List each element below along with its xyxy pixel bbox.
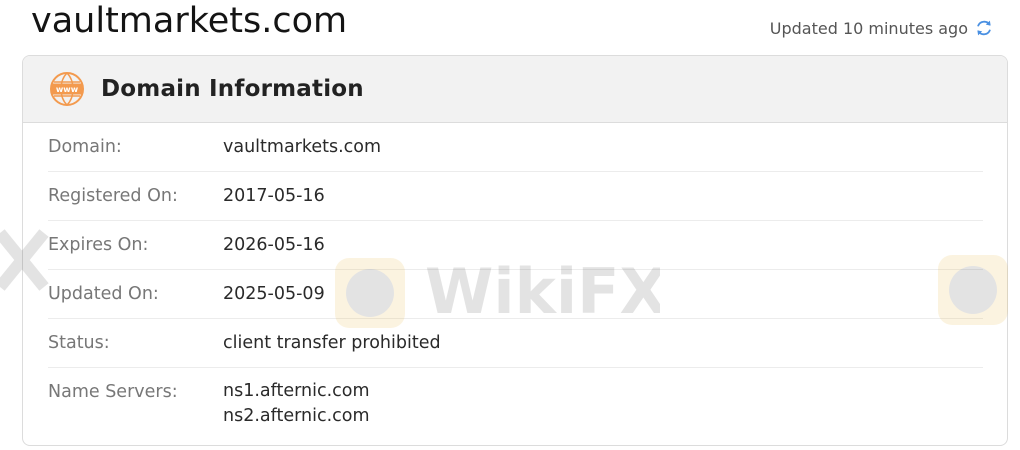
updated-text: Updated 10 minutes ago (769, 18, 968, 38)
row-value: client transfer prohibited (223, 333, 441, 353)
info-row-status: Status: client transfer prohibited (48, 319, 983, 368)
row-value-list: ns1.afternic.com ns2.afternic.com (223, 379, 370, 428)
update-status: Updated 10 minutes ago (770, 16, 994, 40)
row-value: vaultmarkets.com (223, 137, 382, 157)
info-row-registered: Registered On: 2017-05-16 (48, 172, 983, 221)
row-label: Name Servers: (48, 382, 178, 402)
name-server-item: ns2.afternic.com (223, 405, 370, 426)
svg-text:www: www (56, 85, 79, 94)
row-label: Domain: (48, 137, 122, 157)
row-label: Expires On: (48, 235, 149, 255)
refresh-icon[interactable] (974, 18, 994, 38)
www-globe-icon: www (50, 72, 84, 106)
card-title: Domain Information (101, 76, 364, 102)
card-header: www Domain Information (23, 56, 1007, 123)
row-value: 2017-05-16 (223, 186, 325, 206)
info-row-name-servers: Name Servers: ns1.afternic.com ns2.after… (48, 368, 983, 428)
info-rows: Domain: vaultmarkets.com Registered On: … (23, 123, 1007, 428)
row-label: Status: (48, 333, 110, 353)
row-value: 2026-05-16 (223, 235, 325, 255)
info-row-updated: Updated On: 2025-05-09 (48, 270, 983, 319)
info-row-expires: Expires On: 2026-05-16 (48, 221, 983, 270)
page: vaultmarkets.com Updated 10 minutes ago … (0, 0, 1020, 450)
row-label: Updated On: (48, 284, 159, 304)
row-label: Registered On: (48, 186, 178, 206)
row-value: 2025-05-09 (223, 284, 325, 304)
info-row-domain: Domain: vaultmarkets.com (48, 123, 983, 172)
page-title: vaultmarkets.com (31, 1, 348, 41)
domain-info-card: www Domain Information Domain: vaultmark… (22, 55, 1008, 446)
name-server-item: ns1.afternic.com (223, 381, 370, 401)
